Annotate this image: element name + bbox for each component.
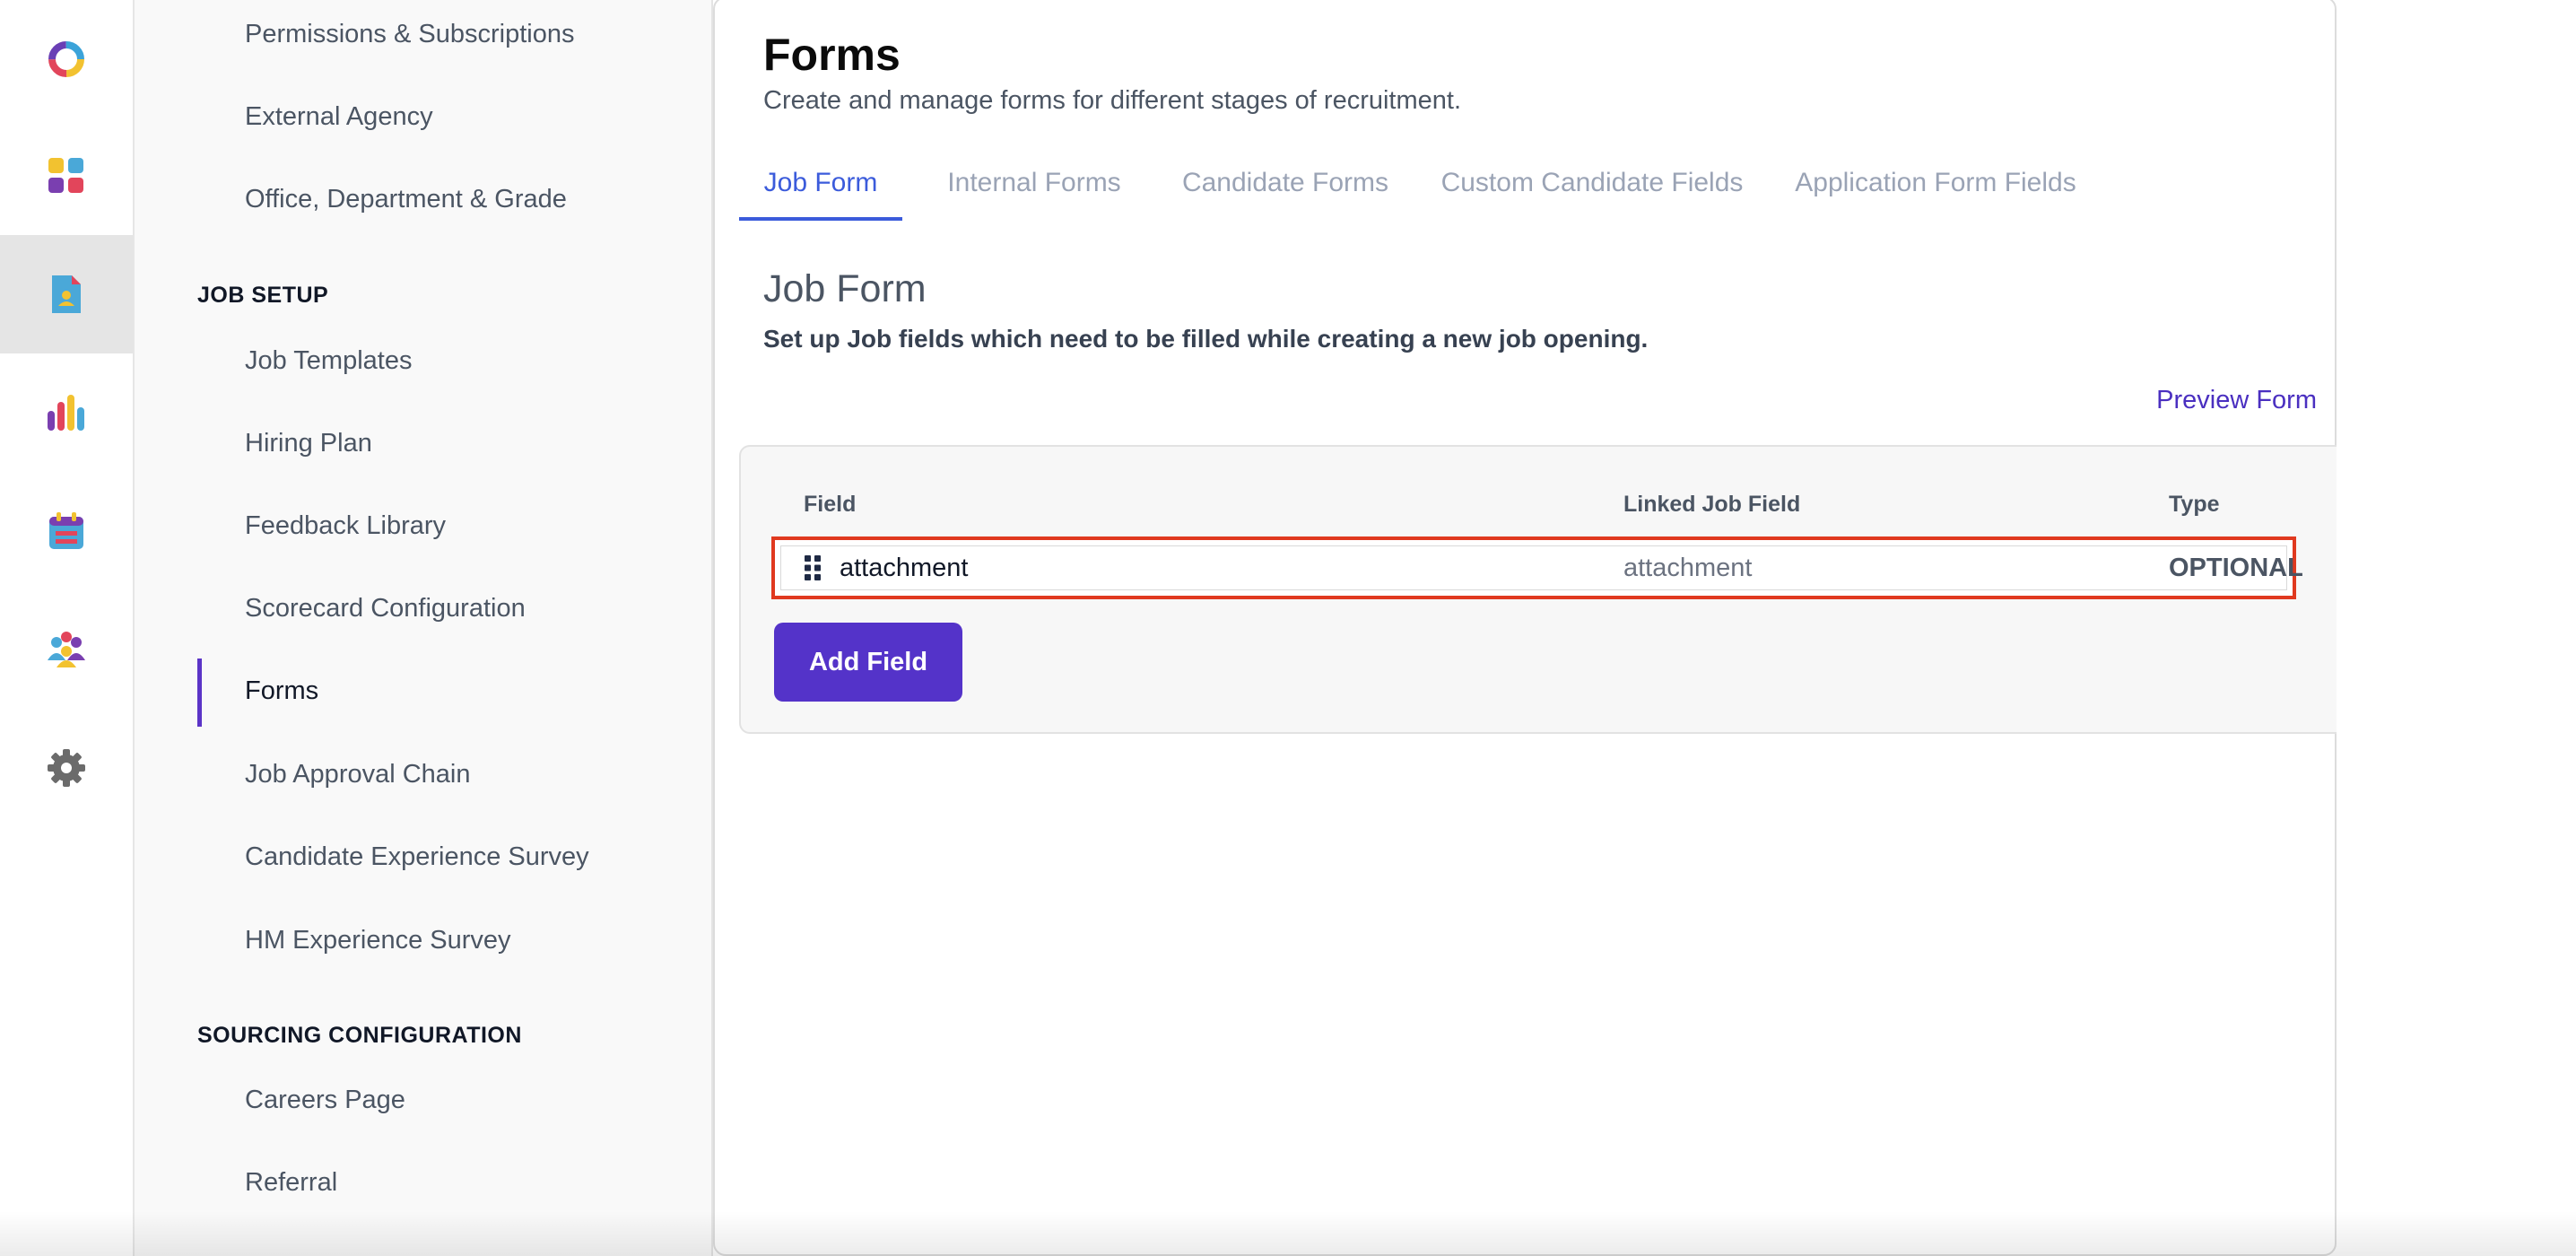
forms-tabs: Job Form Internal Forms Candidate Forms … [739, 145, 2309, 221]
sidebar-item-office-department-grade[interactable]: Office, Department & Grade [245, 183, 567, 215]
calendar-icon[interactable] [0, 472, 133, 590]
logo-icon[interactable] [0, 0, 133, 118]
tab-application-form-fields[interactable]: Application Form Fields [1786, 145, 2085, 221]
sidebar-item-permissions[interactable]: Permissions & Subscriptions [245, 18, 574, 50]
sidebar-item-forms[interactable]: Forms [245, 675, 318, 707]
sidebar-active-indicator [197, 659, 202, 727]
preview-form-link[interactable]: Preview Form [2156, 386, 2317, 415]
sidebar-item-hm-experience-survey[interactable]: HM Experience Survey [245, 924, 511, 956]
page-title: Forms [763, 30, 901, 80]
settings-icon[interactable] [0, 709, 133, 827]
sidebar-item-job-approval-chain[interactable]: Job Approval Chain [245, 758, 471, 790]
field-type-badge: OPTIONAL [2169, 554, 2303, 582]
sidebar-section-sourcing: SOURCING CONFIGURATION [197, 1023, 522, 1048]
main-panel: Forms Create and manage forms for differ… [713, 0, 2337, 1256]
sidebar-item-feedback-library[interactable]: Feedback Library [245, 510, 446, 542]
section-title: Job Form [763, 267, 927, 310]
settings-sidebar: Permissions & Subscriptions External Age… [135, 0, 713, 1256]
icon-rail [0, 0, 135, 1256]
reports-icon[interactable] [0, 353, 133, 472]
tab-internal-forms[interactable]: Internal Forms [938, 145, 1130, 221]
people-icon[interactable] [0, 590, 133, 709]
section-subtitle: Set up Job fields which need to be fille… [763, 325, 1649, 353]
table-row-border [780, 545, 2287, 590]
column-header-linked-job-field: Linked Job Field [1623, 492, 1801, 517]
tab-candidate-forms[interactable]: Candidate Forms [1173, 145, 1397, 221]
page-subtitle: Create and manage forms for different st… [763, 86, 1462, 115]
active-tab-underline [739, 217, 902, 221]
sidebar-item-job-templates[interactable]: Job Templates [245, 345, 412, 377]
field-name: attachment [840, 554, 969, 582]
table-row[interactable]: attachment attachment OPTIONAL [771, 536, 2303, 599]
sidebar-item-referral[interactable]: Referral [245, 1166, 337, 1199]
dashboard-icon[interactable] [0, 117, 133, 235]
column-header-type: Type [2169, 492, 2220, 517]
drag-handle-icon[interactable] [804, 554, 822, 586]
sidebar-item-external-agency[interactable]: External Agency [245, 100, 433, 133]
sidebar-item-scorecard-configuration[interactable]: Scorecard Configuration [245, 592, 526, 624]
tab-custom-candidate-fields[interactable]: Custom Candidate Fields [1440, 145, 1745, 221]
column-header-field: Field [804, 492, 857, 517]
linked-job-field: attachment [1623, 554, 1753, 582]
sidebar-section-job-setup: JOB SETUP [197, 283, 329, 308]
tab-job-form[interactable]: Job Form [739, 145, 902, 221]
jobs-icon[interactable] [0, 235, 133, 353]
sidebar-item-hiring-plan[interactable]: Hiring Plan [245, 427, 372, 459]
fields-table-card: Field Linked Job Field Type attachment a… [739, 445, 2337, 734]
sidebar-item-candidate-experience-survey[interactable]: Candidate Experience Survey [245, 841, 589, 873]
sidebar-item-careers-page[interactable]: Careers Page [245, 1084, 405, 1116]
add-field-button[interactable]: Add Field [774, 623, 962, 702]
